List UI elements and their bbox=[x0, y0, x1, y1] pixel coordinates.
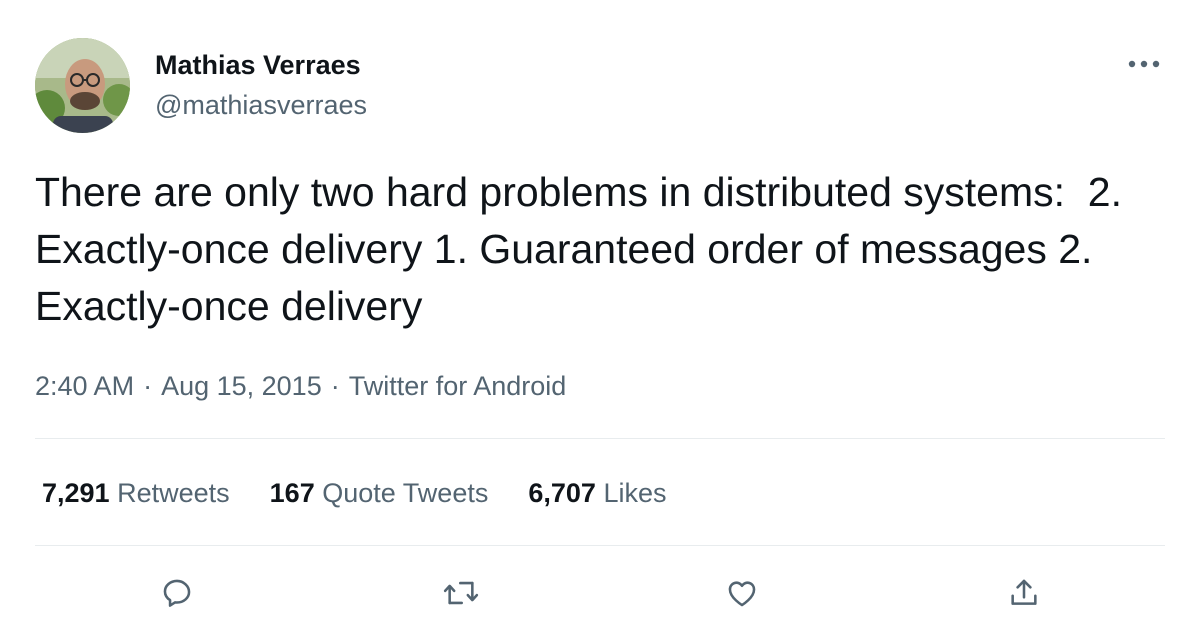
retweet-icon bbox=[443, 581, 479, 605]
tweet-date[interactable]: Aug 15, 2015 bbox=[161, 371, 322, 401]
tweet-card: Mathias Verraes @mathiasverraes There ar… bbox=[0, 0, 1178, 642]
author-handle[interactable]: @mathiasverraes bbox=[155, 88, 367, 122]
divider bbox=[35, 438, 1165, 439]
avatar-image bbox=[35, 38, 130, 133]
meta-separator: · bbox=[330, 371, 340, 401]
author-name[interactable]: Mathias Verraes bbox=[155, 48, 361, 82]
quote-tweets-stat[interactable]: 167 Quote Tweets bbox=[270, 475, 489, 511]
avatar[interactable] bbox=[35, 38, 130, 133]
divider bbox=[35, 545, 1165, 546]
reply-icon bbox=[163, 579, 191, 607]
more-icon bbox=[1128, 60, 1160, 68]
reply-button[interactable] bbox=[153, 569, 201, 617]
like-button[interactable] bbox=[718, 569, 766, 617]
retweets-label: Retweets bbox=[117, 478, 230, 508]
meta-separator: · bbox=[143, 371, 153, 401]
retweet-button[interactable] bbox=[437, 569, 485, 617]
share-button[interactable] bbox=[1000, 569, 1048, 617]
tweet-time[interactable]: 2:40 AM bbox=[35, 371, 134, 401]
retweets-stat[interactable]: 7,291 Retweets bbox=[42, 475, 230, 511]
more-options-button[interactable] bbox=[1122, 46, 1166, 82]
tweet-stats: 7,291 Retweets 167 Quote Tweets 6,707 Li… bbox=[42, 475, 706, 511]
quote-tweets-count: 167 bbox=[269, 478, 315, 508]
retweets-count: 7,291 bbox=[42, 478, 110, 508]
likes-stat[interactable]: 6,707 Likes bbox=[528, 475, 666, 511]
tweet-source[interactable]: Twitter for Android bbox=[349, 371, 567, 401]
tweet-text: There are only two hard problems in dist… bbox=[35, 169, 1134, 329]
likes-count: 6,707 bbox=[528, 478, 596, 508]
heart-icon bbox=[728, 581, 756, 607]
likes-label: Likes bbox=[603, 478, 667, 508]
quote-tweets-label: Quote Tweets bbox=[322, 478, 489, 508]
share-icon bbox=[1011, 579, 1037, 605]
tweet-meta: 2:40 AM · Aug 15, 2015 · Twitter for Android bbox=[35, 368, 566, 404]
